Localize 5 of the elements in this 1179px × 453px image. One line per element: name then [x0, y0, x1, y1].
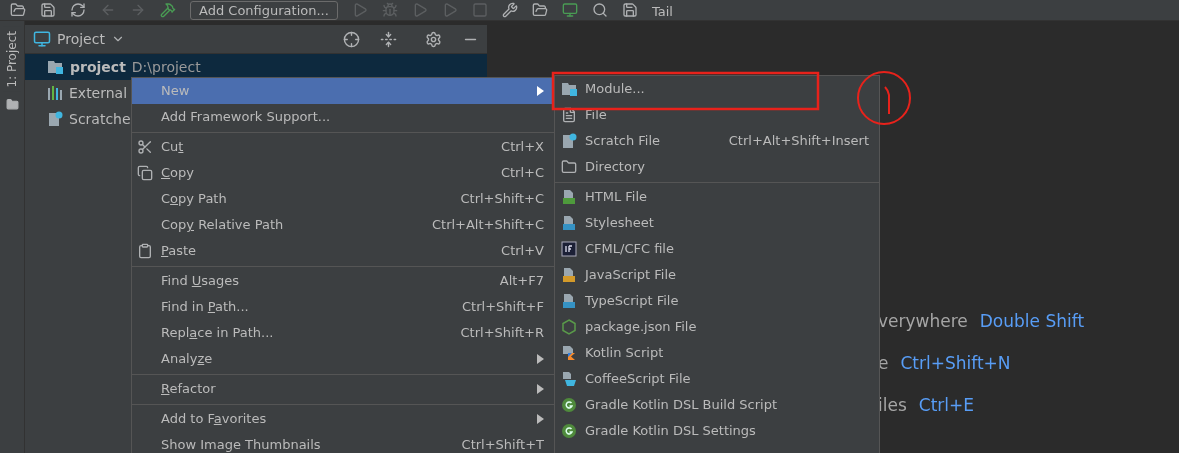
hint-shortcut: Ctrl+E: [918, 395, 974, 415]
hint-shortcut: Double Shift: [979, 311, 1085, 331]
hint-shortcut: Ctrl+Shift+N: [900, 353, 1011, 373]
hint-text: iles: [878, 395, 907, 415]
hint-text: verywhere: [878, 311, 968, 331]
